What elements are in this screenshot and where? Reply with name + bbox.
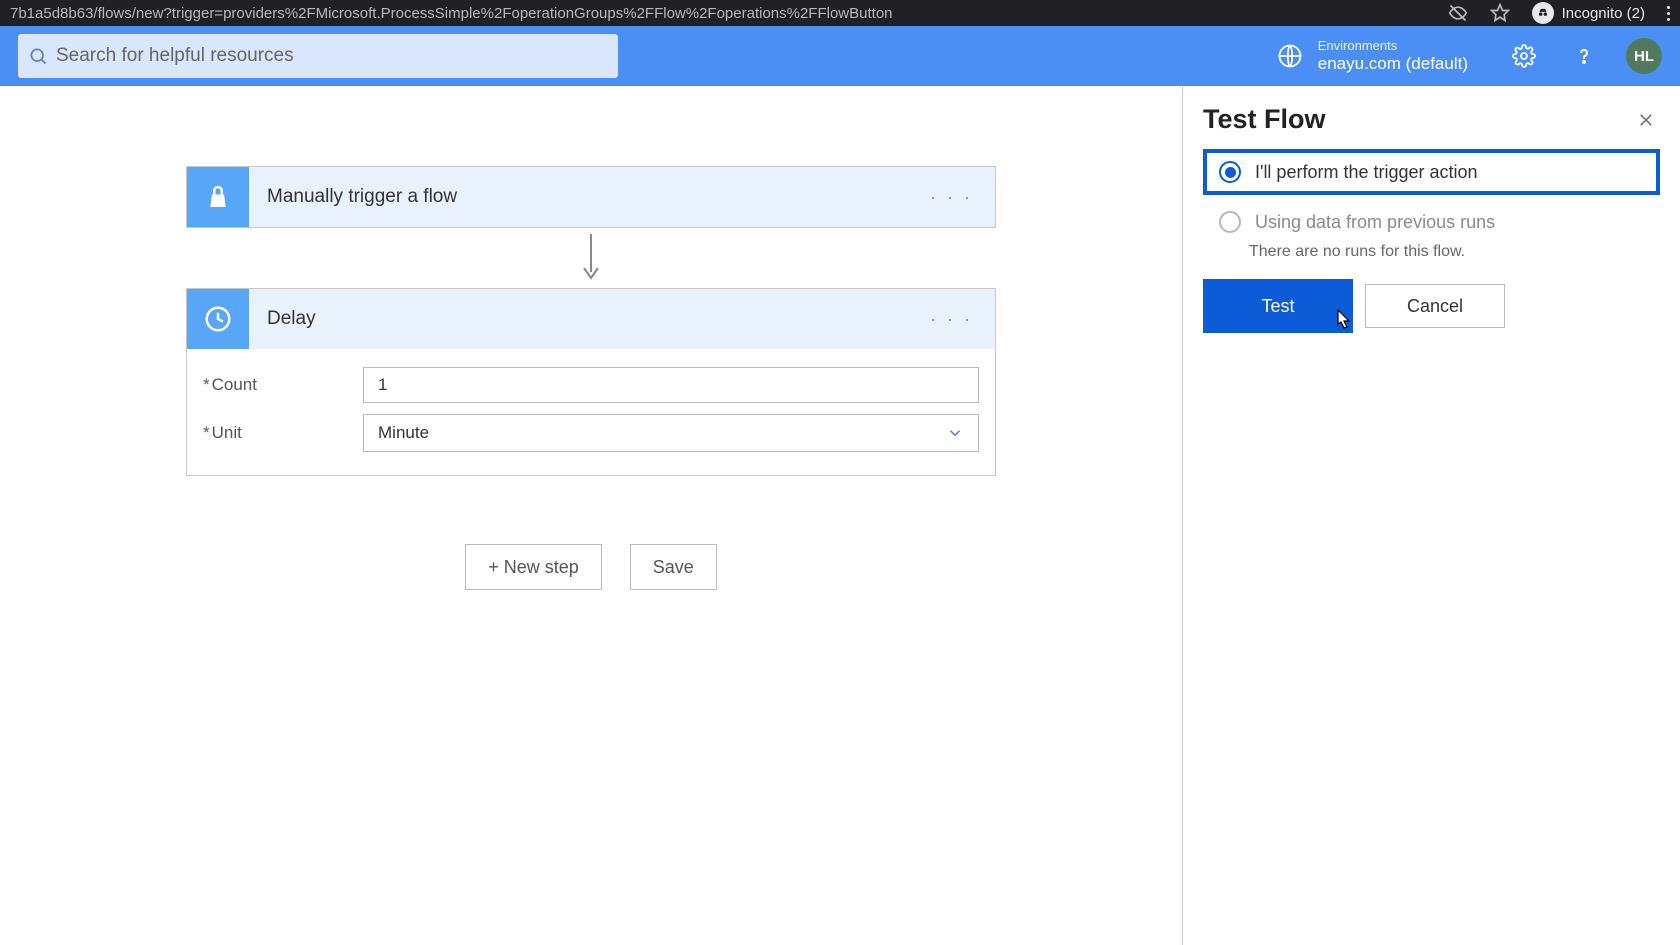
search-box[interactable]	[18, 34, 618, 78]
incognito-icon	[1532, 2, 1554, 24]
delay-menu-button[interactable]: · · ·	[908, 309, 995, 330]
app-header: Environments enayu.com (default) HL	[0, 26, 1680, 86]
radio-unselected-icon	[1219, 211, 1241, 233]
trigger-menu-button[interactable]: · · ·	[908, 187, 995, 208]
radio-previous-runs[interactable]: Using data from previous runs	[1203, 203, 1660, 241]
star-icon[interactable]	[1490, 3, 1510, 23]
new-step-button[interactable]: + New step	[465, 544, 602, 590]
connector-arrow	[580, 228, 602, 288]
save-button[interactable]: Save	[630, 544, 717, 590]
radio-manual-trigger[interactable]: I'll perform the trigger action	[1203, 149, 1660, 195]
unit-value: Minute	[378, 423, 429, 443]
browser-menu-icon[interactable]	[1667, 6, 1670, 21]
environment-name: enayu.com (default)	[1318, 54, 1468, 74]
test-button[interactable]: Test	[1208, 284, 1348, 328]
panel-title: Test Flow	[1203, 104, 1326, 135]
incognito-label: Incognito (2)	[1562, 5, 1645, 22]
delay-card[interactable]: Delay · · · *Count *Unit Minute	[186, 288, 996, 476]
browser-urlbar: 7b1a5d8b63/flows/new?trigger=providers%2…	[0, 0, 1680, 26]
trigger-icon	[187, 167, 249, 227]
count-input[interactable]	[363, 367, 979, 403]
environment-picker[interactable]: Environments enayu.com (default)	[1276, 39, 1468, 73]
flow-canvas: Manually trigger a flow · · · Delay · · …	[0, 86, 1182, 945]
unit-label: *Unit	[203, 423, 363, 443]
help-icon[interactable]	[1570, 42, 1598, 70]
trigger-card[interactable]: Manually trigger a flow · · ·	[186, 166, 996, 228]
radio-manual-label: I'll perform the trigger action	[1255, 162, 1478, 183]
delay-title: Delay	[249, 308, 908, 330]
incognito-badge[interactable]: Incognito (2)	[1532, 2, 1645, 24]
radio-previous-label: Using data from previous runs	[1255, 212, 1495, 233]
no-runs-message: There are no runs for this flow.	[1203, 241, 1660, 279]
count-label: *Count	[203, 375, 363, 395]
settings-icon[interactable]	[1510, 42, 1538, 70]
avatar[interactable]: HL	[1626, 38, 1662, 74]
chevron-down-icon	[946, 424, 964, 442]
search-input[interactable]	[56, 45, 608, 67]
test-flow-panel: Test Flow I'll perform the trigger actio…	[1182, 86, 1680, 945]
globe-icon	[1276, 42, 1304, 70]
clock-icon	[187, 289, 249, 349]
close-icon[interactable]	[1632, 106, 1660, 134]
environment-label: Environments	[1318, 39, 1468, 54]
test-button-highlight: Test	[1203, 279, 1353, 333]
trigger-title: Manually trigger a flow	[249, 186, 908, 208]
cancel-button[interactable]: Cancel	[1365, 284, 1505, 328]
unit-select[interactable]: Minute	[363, 414, 979, 452]
browser-url[interactable]: 7b1a5d8b63/flows/new?trigger=providers%2…	[10, 5, 893, 22]
eye-off-icon[interactable]	[1448, 3, 1468, 23]
search-icon	[28, 46, 48, 66]
radio-selected-icon	[1219, 161, 1241, 183]
